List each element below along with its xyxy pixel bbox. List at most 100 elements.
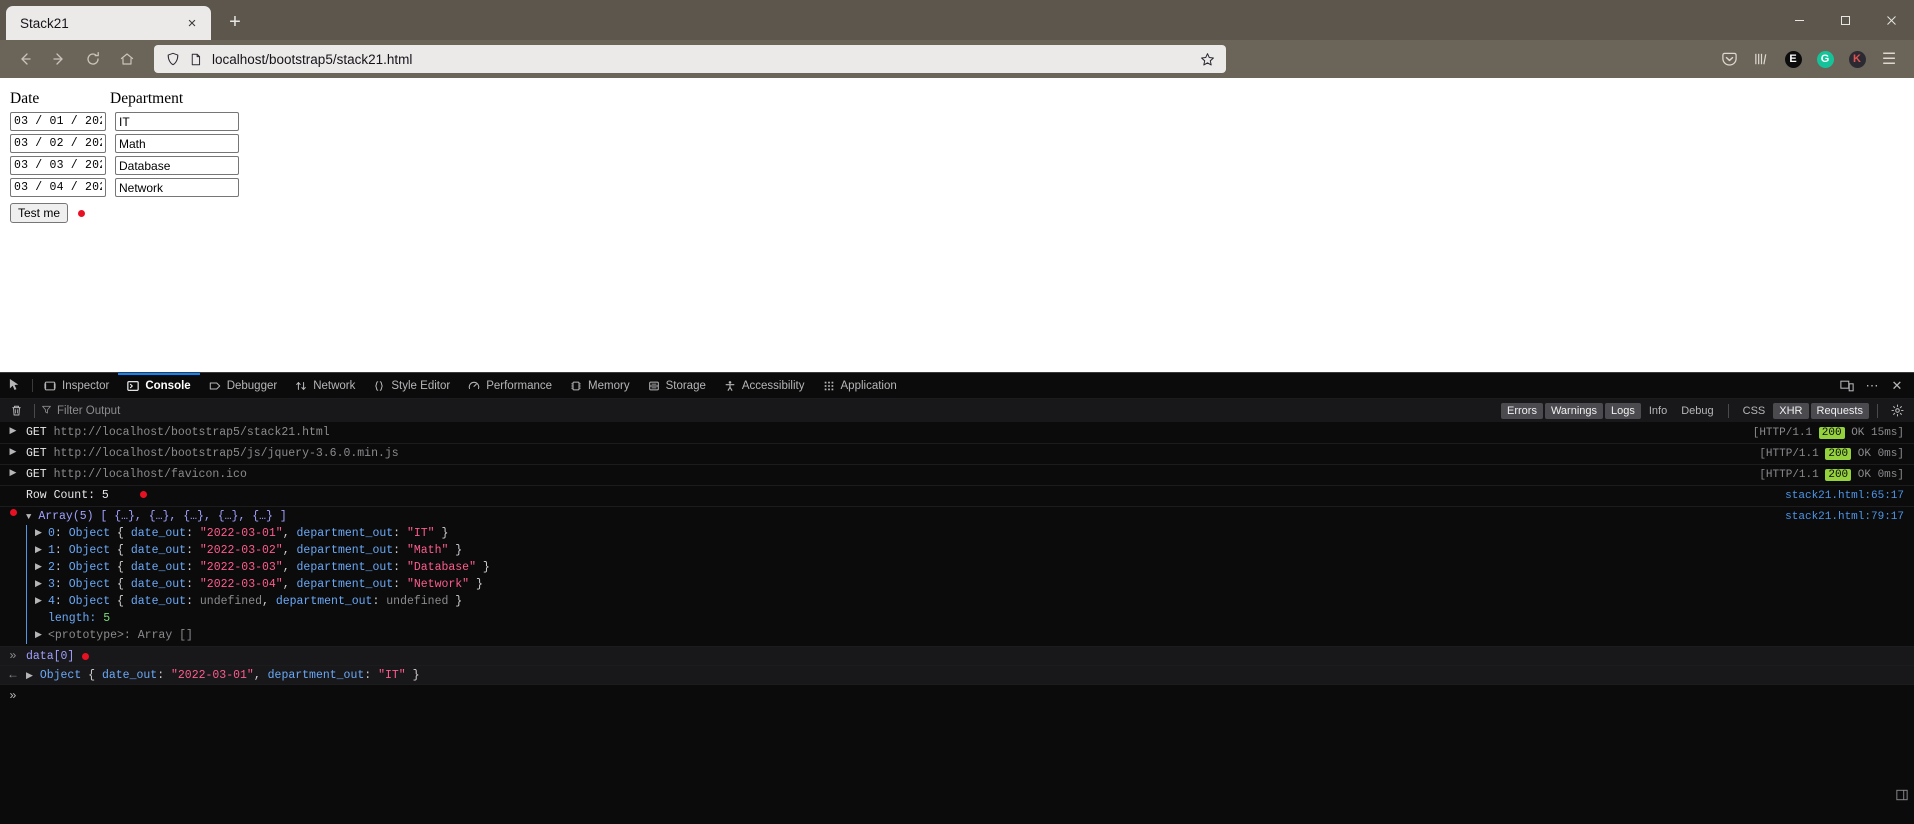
tab-application[interactable]: Application bbox=[814, 373, 906, 398]
extension-avatar-k[interactable]: K bbox=[1842, 44, 1872, 74]
filter-css-button[interactable]: CSS bbox=[1737, 403, 1772, 419]
minimize-icon[interactable] bbox=[1776, 0, 1822, 40]
department-input[interactable] bbox=[115, 156, 239, 175]
prompt-chevron-icon: » bbox=[0, 689, 26, 703]
inspector-icon bbox=[44, 380, 56, 392]
expand-twisty-icon[interactable]: ▶ bbox=[0, 467, 26, 478]
close-window-icon[interactable] bbox=[1868, 0, 1914, 40]
return-arrow-icon: ← bbox=[0, 668, 26, 682]
length-value: 5 bbox=[103, 612, 110, 625]
devtools-more-options-icon[interactable]: ⋯ bbox=[1861, 375, 1883, 397]
tab-inspector[interactable]: Inspector bbox=[35, 373, 118, 398]
expand-twisty-icon[interactable]: ▶ bbox=[35, 593, 48, 610]
storage-icon bbox=[648, 380, 660, 392]
expand-twisty-icon[interactable]: ▶ bbox=[35, 576, 48, 593]
expand-twisty-icon[interactable]: ▶ bbox=[35, 559, 48, 576]
devtools-close-icon[interactable]: ✕ bbox=[1886, 375, 1908, 397]
department-input[interactable] bbox=[115, 112, 239, 131]
tab-accessibility[interactable]: Accessibility bbox=[715, 373, 814, 398]
tab-memory[interactable]: Memory bbox=[561, 373, 639, 398]
entry-date-key: date_out bbox=[131, 578, 186, 591]
console-prompt[interactable]: » bbox=[0, 685, 1914, 707]
entry-dept-value: "Math" bbox=[407, 544, 448, 557]
tab-storage[interactable]: Storage bbox=[639, 373, 715, 398]
browser-tab[interactable]: Stack21 × bbox=[6, 6, 211, 40]
entry-dept-key: department_out bbox=[297, 578, 394, 591]
home-icon[interactable] bbox=[112, 44, 142, 74]
url-bar[interactable]: localhost/bootstrap5/stack21.html bbox=[154, 45, 1226, 73]
entry-date-key: date_out bbox=[131, 527, 186, 540]
entry-dept-value: "Network" bbox=[407, 578, 469, 591]
expand-twisty-icon[interactable]: ▶ bbox=[0, 425, 26, 436]
gear-icon[interactable] bbox=[1886, 401, 1908, 421]
expand-twisty-icon[interactable]: ▶ bbox=[0, 446, 26, 457]
filter-requests-button[interactable]: Requests bbox=[1811, 403, 1869, 419]
tab-style-editor[interactable]: Style Editor bbox=[364, 373, 459, 398]
console-result-row[interactable]: ← ▶ Object { date_out: "2022-03-01", dep… bbox=[0, 666, 1914, 685]
filter-info-button[interactable]: Info bbox=[1643, 403, 1673, 419]
array-entry-text: 2: Object { date_out: "2022-03-03", depa… bbox=[48, 559, 490, 576]
array-entry[interactable]: ▶ 3: Object { date_out: "2022-03-04", de… bbox=[27, 576, 1914, 593]
array-entry[interactable]: ▶ 4: Object { date_out: undefined, depar… bbox=[27, 593, 1914, 610]
hamburger-menu-icon[interactable]: ☰ bbox=[1874, 44, 1904, 74]
network-message: GET http://localhost/bootstrap5/js/jquer… bbox=[26, 446, 1759, 462]
tab-title: Stack21 bbox=[20, 16, 181, 31]
tab-network[interactable]: Network bbox=[286, 373, 364, 398]
network-log-row[interactable]: ▶ GET http://localhost/favicon.ico [HTTP… bbox=[0, 465, 1914, 486]
tab-console[interactable]: Console bbox=[118, 373, 199, 398]
page-info-icon[interactable] bbox=[184, 48, 206, 70]
new-tab-button[interactable]: + bbox=[219, 6, 251, 38]
test-me-button[interactable]: Test me bbox=[10, 203, 68, 223]
trash-icon[interactable] bbox=[4, 400, 28, 422]
devtools-controls: ⋯ ✕ bbox=[1836, 373, 1914, 398]
library-icon[interactable] bbox=[1746, 44, 1776, 74]
account-avatar-e[interactable]: E bbox=[1778, 44, 1808, 74]
network-log-row[interactable]: ▶ GET http://localhost/bootstrap5/js/jqu… bbox=[0, 444, 1914, 465]
bookmark-star-icon[interactable] bbox=[1196, 48, 1218, 70]
prototype-text: <prototype>: Array [] bbox=[48, 627, 193, 644]
filter-logs-button[interactable]: Logs bbox=[1605, 403, 1641, 419]
department-input[interactable] bbox=[115, 178, 239, 197]
expand-twisty-icon[interactable]: ▶ bbox=[35, 542, 48, 559]
pocket-icon[interactable] bbox=[1714, 44, 1744, 74]
tab-debugger[interactable]: Debugger bbox=[200, 373, 287, 398]
entry-index: 1 bbox=[48, 544, 55, 557]
console-array-log-row[interactable]: ▼ Array(5) [ {…}, {…}, {…}, {…}, {…} ] s… bbox=[0, 507, 1914, 647]
array-entry[interactable]: ▶ 1: Object { date_out: "2022-03-02", de… bbox=[27, 542, 1914, 559]
department-input[interactable] bbox=[115, 134, 239, 153]
date-input[interactable] bbox=[10, 156, 106, 175]
grammarly-avatar-g[interactable]: G bbox=[1810, 44, 1840, 74]
network-log-row[interactable]: ▶ GET http://localhost/bootstrap5/stack2… bbox=[0, 423, 1914, 444]
filter-errors-button[interactable]: Errors bbox=[1501, 403, 1543, 419]
array-prototype-row[interactable]: ▶ <prototype>: Array [] bbox=[27, 627, 1914, 644]
expand-twisty-icon[interactable]: ▶ bbox=[35, 627, 48, 644]
filter-warnings-button[interactable]: Warnings bbox=[1545, 403, 1603, 419]
forward-arrow-icon[interactable] bbox=[44, 44, 74, 74]
filter-output-input[interactable]: Filter Output bbox=[41, 404, 120, 418]
console-log-row[interactable]: Row Count: 5 stack21.html:65:17 bbox=[0, 486, 1914, 507]
array-entry[interactable]: ▶ 2: Object { date_out: "2022-03-03", de… bbox=[27, 559, 1914, 576]
filter-xhr-button[interactable]: XHR bbox=[1773, 403, 1808, 419]
date-input[interactable] bbox=[10, 178, 106, 197]
editor-mode-icon[interactable] bbox=[1896, 789, 1908, 805]
expand-twisty-icon[interactable]: ▶ bbox=[35, 525, 48, 542]
filter-buttons: Errors Warnings Logs Info Debug CSS XHR … bbox=[1501, 401, 1910, 421]
date-input[interactable] bbox=[10, 112, 106, 131]
log-source-link[interactable]: stack21.html:79:17 bbox=[1785, 509, 1914, 525]
reload-icon[interactable] bbox=[78, 44, 108, 74]
url-text[interactable]: localhost/bootstrap5/stack21.html bbox=[206, 52, 1196, 67]
array-entry[interactable]: ▶ 0: Object { date_out: "2022-03-01", de… bbox=[27, 525, 1914, 542]
date-input[interactable] bbox=[10, 134, 106, 153]
console-input-echo-row[interactable]: » data[0] bbox=[0, 647, 1914, 666]
tab-performance[interactable]: Performance bbox=[459, 373, 561, 398]
element-picker-icon[interactable] bbox=[0, 373, 30, 398]
back-arrow-icon[interactable] bbox=[10, 44, 40, 74]
status-code-badge: 200 bbox=[1825, 448, 1851, 460]
responsive-design-mode-icon[interactable] bbox=[1836, 375, 1858, 397]
array-entry-text: 0: Object { date_out: "2022-03-01", depa… bbox=[48, 525, 448, 542]
log-source-link[interactable]: stack21.html:65:17 bbox=[1785, 488, 1914, 504]
maximize-icon[interactable] bbox=[1822, 0, 1868, 40]
filter-debug-button[interactable]: Debug bbox=[1675, 403, 1719, 419]
close-icon[interactable]: × bbox=[181, 12, 203, 34]
header-date: Date bbox=[10, 90, 110, 108]
